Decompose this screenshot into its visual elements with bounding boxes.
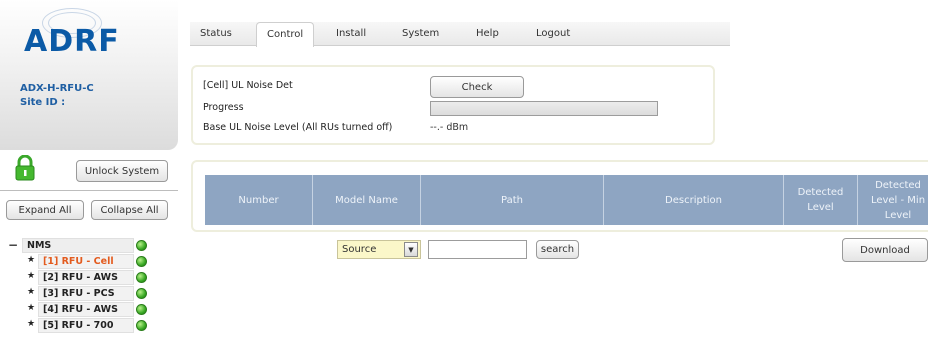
status-ok-icon (136, 320, 147, 331)
column-header-path[interactable]: Path (421, 175, 604, 225)
star-icon: ★ (27, 319, 36, 329)
left-divider (0, 190, 178, 191)
ul-noise-det-label: [Cell] UL Noise Det (203, 80, 293, 91)
status-ok-icon (136, 288, 147, 299)
collapse-all-button[interactable]: Collapse All (91, 200, 168, 220)
progress-bar (430, 101, 658, 116)
star-icon: ★ (27, 271, 36, 281)
collapse-toggle-icon[interactable]: − (8, 238, 18, 252)
tab-help[interactable]: Help (476, 28, 499, 39)
site-id-label: Site ID : (20, 97, 66, 108)
tree-item[interactable]: ★ [5] RFU - 700 (8, 318, 153, 334)
unlock-system-button[interactable]: Unlock System (76, 160, 168, 182)
star-icon: ★ (27, 303, 36, 313)
column-header-description[interactable]: Description (604, 175, 784, 225)
status-ok-icon (136, 240, 147, 251)
column-header-model-name[interactable]: Model Name (313, 175, 421, 225)
tree-item-label[interactable]: [3] RFU - PCS (38, 286, 134, 301)
search-input[interactable] (428, 240, 527, 259)
tree-item[interactable]: ★ [1] RFU - Cell (8, 254, 153, 270)
left-header-panel: ADRF ADX-H-RFU-C Site ID : (0, 0, 178, 150)
tree-root-label[interactable]: NMS (22, 238, 134, 253)
tab-install[interactable]: Install (336, 28, 366, 39)
chevron-down-icon[interactable]: ▼ (404, 242, 418, 257)
adrf-logo: ADRF (18, 8, 120, 59)
download-button[interactable]: Download (842, 238, 928, 262)
tree-item[interactable]: ★ [4] RFU - AWS (8, 302, 153, 318)
noise-detection-panel: [Cell] UL Noise Det Check Progress Base … (191, 65, 715, 145)
column-header-number[interactable]: Number (205, 175, 313, 225)
tree-item[interactable]: ★ [2] RFU - AWS (8, 270, 153, 286)
lock-icon (15, 155, 35, 181)
tree-item-label[interactable]: [5] RFU - 700 (38, 318, 134, 333)
status-ok-icon (136, 256, 147, 267)
tab-system[interactable]: System (402, 28, 439, 39)
tab-status[interactable]: Status (200, 28, 232, 39)
tree-item-label[interactable]: [2] RFU - AWS (38, 270, 134, 285)
column-header-detected-min-level[interactable]: Detected Level - Min Level (858, 175, 928, 225)
search-button[interactable]: search (536, 240, 579, 259)
tab-control[interactable]: Control (256, 22, 315, 47)
status-ok-icon (136, 304, 147, 315)
check-button[interactable]: Check (430, 76, 524, 98)
progress-label: Progress (203, 102, 244, 113)
base-noise-level-label: Base UL Noise Level (All RUs turned off) (203, 122, 393, 133)
status-ok-icon (136, 272, 147, 283)
tree-item[interactable]: ★ [3] RFU - PCS (8, 286, 153, 302)
device-name: ADX-H-RFU-C (20, 83, 94, 94)
device-tree: − NMS ★ [1] RFU - Cell ★ [2] RFU - AWS ★… (8, 238, 153, 334)
column-header-detected-level[interactable]: Detected Level (784, 175, 858, 225)
star-icon: ★ (27, 287, 36, 297)
tree-root-row[interactable]: − NMS (8, 238, 153, 254)
star-icon: ★ (27, 255, 36, 265)
base-noise-level-value: --.- dBm (430, 122, 469, 133)
logo-text: ADRF (24, 24, 120, 59)
tree-item-label[interactable]: [1] RFU - Cell (38, 254, 134, 269)
top-nav-tabs: Status Control Install System Help Logou… (190, 22, 730, 47)
rfu-table-panel: Number Model Name Path Description Detec… (191, 160, 928, 232)
expand-all-button[interactable]: Expand All (6, 200, 84, 220)
table-header: Number Model Name Path Description Detec… (205, 175, 928, 225)
tab-logout[interactable]: Logout (536, 28, 570, 39)
tree-item-label[interactable]: [4] RFU - AWS (38, 302, 134, 317)
